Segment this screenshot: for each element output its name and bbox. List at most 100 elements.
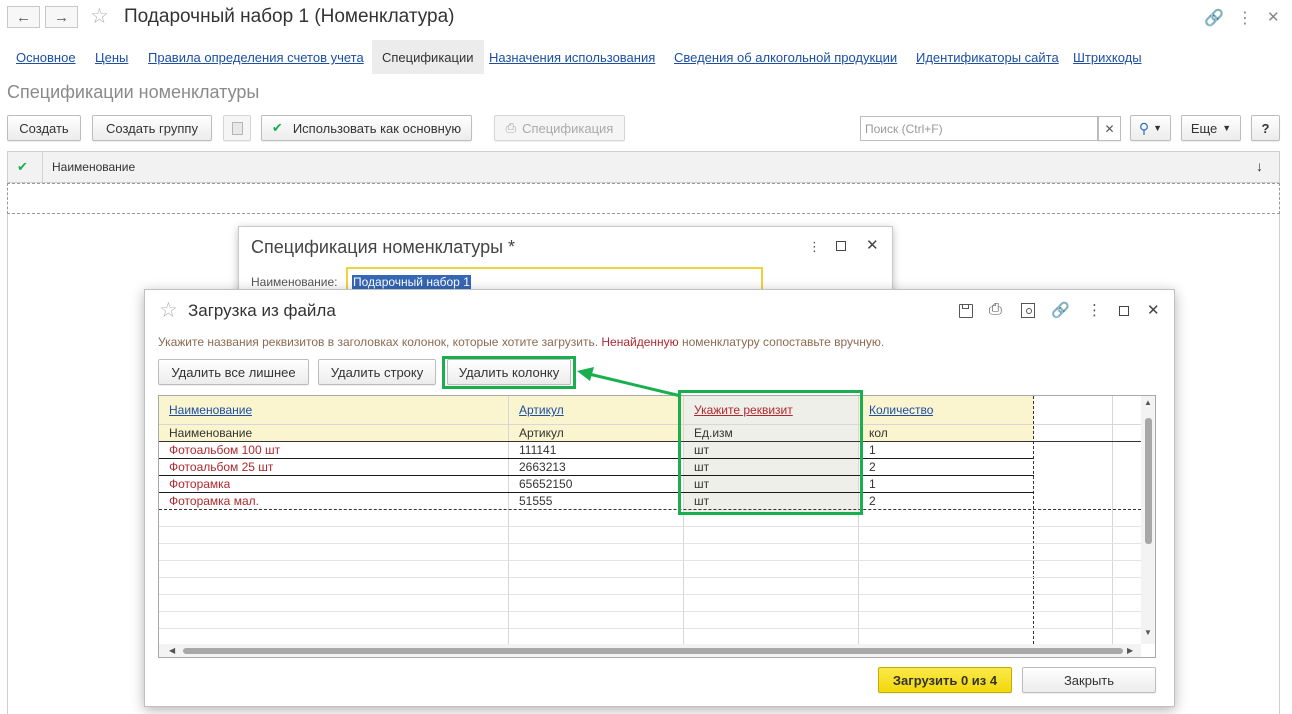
clear-icon: ✕ xyxy=(1104,121,1115,136)
tab-account-rules[interactable]: Правила определения счетов учета xyxy=(148,50,364,65)
column-name-header[interactable]: Наименование xyxy=(52,160,135,174)
pointer-arrow xyxy=(577,367,682,398)
row-divider xyxy=(159,492,1034,493)
table-cell-article[interactable]: 2663213 xyxy=(519,460,566,474)
horizontal-scroll-thumb[interactable] xyxy=(183,648,1123,654)
preview-icon[interactable] xyxy=(1021,303,1035,318)
table-cell-qty[interactable]: 1 xyxy=(869,477,876,491)
use-as-main-label: Использовать как основную xyxy=(292,120,462,136)
link-icon[interactable]: 🔗 xyxy=(1051,301,1070,319)
row-divider xyxy=(159,424,1141,425)
more-menu-icon[interactable]: ⋮ xyxy=(1237,8,1253,28)
tab-barcodes[interactable]: Штрихкоды xyxy=(1073,50,1142,65)
delete-row-button[interactable]: Удалить строку xyxy=(318,359,436,385)
delete-extra-button[interactable]: Удалить все лишнее xyxy=(158,359,309,385)
table-cell-qty[interactable]: 2 xyxy=(869,494,876,508)
more-menu-icon[interactable]: ⋮ xyxy=(808,239,821,255)
create-group-button[interactable]: Создать группу xyxy=(92,115,212,141)
subheader-cell[interactable]: Наименование xyxy=(169,426,252,440)
column-header-article[interactable]: Артикул xyxy=(519,403,564,417)
column-divider xyxy=(508,396,509,657)
row-divider xyxy=(159,441,1141,442)
row-divider xyxy=(159,611,1141,612)
specification-print-button[interactable]: ⎙ Спецификация xyxy=(494,115,625,141)
table-cell-name[interactable]: Фотоальбом 25 шт xyxy=(169,460,273,474)
column-divider xyxy=(1112,396,1113,657)
more-menu-icon[interactable]: ⋮ xyxy=(1087,301,1102,319)
arrow-right-icon: → xyxy=(54,8,69,26)
table-cell-article[interactable]: 111141 xyxy=(519,443,556,457)
search-clear-button[interactable]: ✕ xyxy=(1098,116,1121,141)
horizontal-scrollbar[interactable]: ◀ ▶ xyxy=(159,644,1141,657)
chevron-down-icon: ▼ xyxy=(1153,123,1163,133)
table-cell-qty[interactable]: 2 xyxy=(869,460,876,474)
column-divider xyxy=(1033,396,1034,657)
back-button[interactable]: ← xyxy=(7,6,40,28)
tab-prices[interactable]: Цены xyxy=(95,50,128,65)
tab-specifications[interactable]: Спецификации xyxy=(372,40,484,74)
table-cell-qty[interactable]: 1 xyxy=(869,443,876,457)
copy-button[interactable] xyxy=(223,115,251,141)
favorite-star-icon[interactable]: ☆ xyxy=(90,4,109,29)
tab-usage[interactable]: Назначения использования xyxy=(489,50,655,65)
favorite-star-icon[interactable]: ☆ xyxy=(159,298,178,323)
subheader-cell[interactable]: Артикул xyxy=(519,426,564,440)
table-row[interactable] xyxy=(7,183,1280,214)
tab-main[interactable]: Основное xyxy=(16,50,76,65)
column-divider xyxy=(42,152,43,182)
close-icon[interactable]: ✕ xyxy=(1147,301,1160,319)
search-input[interactable]: Поиск (Ctrl+F) xyxy=(860,116,1098,141)
highlight-delete-column xyxy=(442,356,576,389)
table-cell-article[interactable]: 65652150 xyxy=(519,477,572,491)
search-icon: ⚲ xyxy=(1138,119,1150,136)
close-icon[interactable]: ✕ xyxy=(1267,8,1280,26)
load-dialog-title: Загрузка из файла xyxy=(188,301,336,320)
scroll-up-icon[interactable]: ▲ xyxy=(1144,398,1152,407)
table-cell-name[interactable]: Фотоальбом 100 шт xyxy=(169,443,280,457)
search-options-button[interactable]: ⚲ ▼ xyxy=(1130,115,1171,141)
scroll-right-icon[interactable]: ▶ xyxy=(1127,646,1133,655)
window-title: Подарочный набор 1 (Номенклатура) xyxy=(124,6,455,27)
create-button[interactable]: Создать xyxy=(7,115,81,141)
maximize-icon[interactable] xyxy=(836,241,846,251)
save-icon[interactable] xyxy=(959,304,973,318)
more-actions-button[interactable]: Еще ▼ xyxy=(1181,115,1241,141)
row-divider xyxy=(159,577,1141,578)
close-button[interactable]: Закрыть xyxy=(1022,667,1156,693)
maximize-icon[interactable] xyxy=(1119,306,1129,316)
scroll-down-icon[interactable]: ▼ xyxy=(1144,628,1152,637)
sort-arrow-icon[interactable]: ↓ xyxy=(1256,158,1263,174)
load-hint-text: Укажите названия реквизитов в заголовках… xyxy=(158,335,884,349)
close-icon[interactable]: ✕ xyxy=(866,236,879,254)
column-header-quantity[interactable]: Количество xyxy=(869,403,933,417)
use-as-main-button[interactable]: ✔ Использовать как основную xyxy=(261,115,472,141)
printer-icon: ⎙ xyxy=(505,120,517,135)
specification-print-label: Спецификация xyxy=(522,120,614,136)
printer-icon[interactable]: ⎙ xyxy=(989,301,1002,319)
vertical-scroll-thumb[interactable] xyxy=(1145,418,1152,544)
subheader-cell[interactable]: кол xyxy=(869,426,888,440)
row-divider xyxy=(159,458,1034,459)
help-button[interactable]: ? xyxy=(1251,115,1280,141)
copy-icon xyxy=(231,121,243,135)
scroll-left-icon[interactable]: ◀ xyxy=(169,646,175,655)
chevron-down-icon: ▼ xyxy=(1222,123,1232,133)
forward-button[interactable]: → xyxy=(45,6,78,28)
tab-site-ids[interactable]: Идентификаторы сайта xyxy=(916,50,1059,65)
link-icon[interactable]: 🔗 xyxy=(1204,8,1224,28)
row-divider xyxy=(159,543,1141,544)
highlight-unspecified-column xyxy=(678,390,863,515)
load-button[interactable]: Загрузить 0 из 4 xyxy=(878,667,1012,693)
row-divider xyxy=(159,560,1141,561)
table-cell-name[interactable]: Фоторамка мал. xyxy=(169,494,259,508)
vertical-scrollbar[interactable]: ▲ ▼ xyxy=(1141,396,1155,644)
table-cell-name[interactable]: Фоторамка xyxy=(169,477,230,491)
column-header-name[interactable]: Наименование xyxy=(169,403,252,417)
default-checkmark-icon: ✔ xyxy=(17,159,28,174)
checkmark-icon: ✔ xyxy=(271,120,283,135)
tab-alcohol[interactable]: Сведения об алкогольной продукции xyxy=(674,50,897,65)
table-cell-article[interactable]: 51555 xyxy=(519,494,552,508)
spec-name-value: Подарочный набор 1 xyxy=(352,275,471,289)
row-divider xyxy=(159,628,1141,629)
hint-unfound: Ненайденную xyxy=(601,335,679,349)
